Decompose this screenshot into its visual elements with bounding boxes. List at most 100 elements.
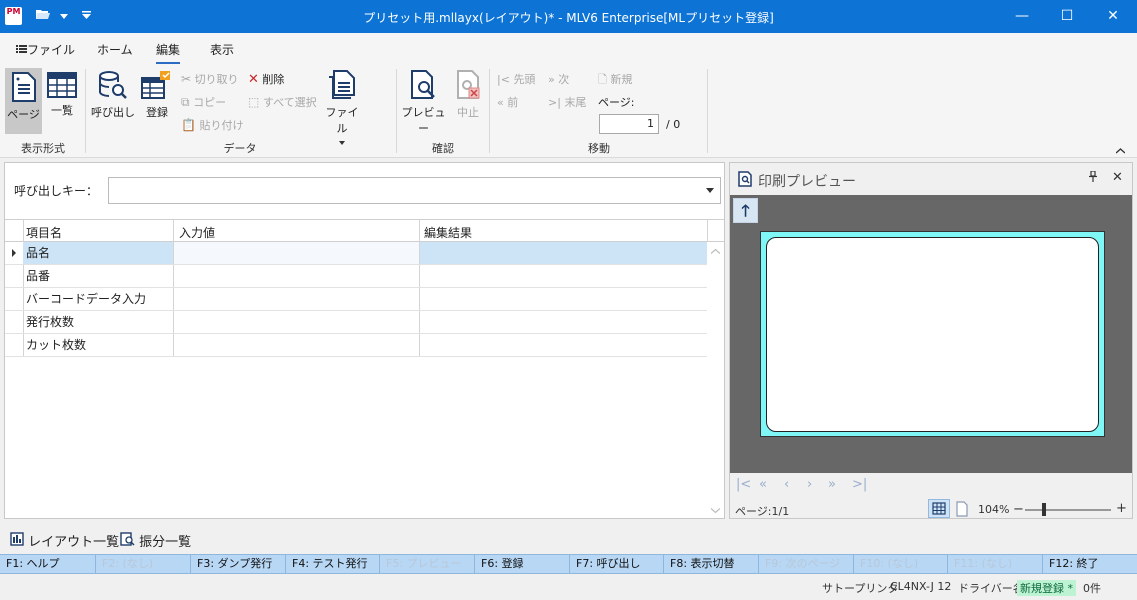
input-value-cell[interactable] — [174, 288, 419, 310]
scroll-up-icon[interactable] — [711, 247, 720, 256]
zoom-out-icon[interactable]: − — [1013, 502, 1024, 517]
preview-next-fast-icon[interactable]: » — [828, 477, 836, 492]
edit-result-cell — [420, 334, 707, 356]
column-header-edit-result[interactable]: 編集結果 — [424, 224, 472, 241]
next-button[interactable]: » 次 — [548, 71, 569, 87]
call-button[interactable]: 呼び出し — [90, 70, 136, 120]
row-header[interactable] — [5, 311, 23, 333]
preview-prev-fast-icon[interactable]: « — [759, 477, 767, 492]
preview-canvas[interactable]: 🡑 — [730, 195, 1132, 473]
table-row[interactable]: 品名 — [5, 242, 707, 265]
grid-toggle-button[interactable] — [928, 499, 950, 518]
list-view-button[interactable]: 一覧 — [44, 72, 80, 118]
fkey-f12[interactable]: F12: 終了 — [1042, 555, 1137, 573]
copy-button[interactable]: ⧉ コピー — [181, 94, 226, 110]
preview-next-icon[interactable]: › — [807, 477, 812, 492]
table-row[interactable]: 品番 — [5, 265, 707, 288]
page-label: ページ: — [598, 96, 635, 109]
tab-home[interactable]: ホーム — [97, 41, 133, 58]
row-header[interactable] — [5, 334, 23, 356]
paste-label: 貼り付け — [199, 119, 244, 132]
page-icon — [11, 72, 36, 102]
copy-icon: ⧉ — [181, 95, 190, 109]
preview-last-icon[interactable]: >| — [852, 477, 867, 492]
table-row[interactable]: バーコードデータ入力 — [5, 288, 707, 311]
fkey-f3[interactable]: F3: ダンプ発行 — [190, 555, 285, 573]
cut-button[interactable]: ✂ 切り取り — [181, 71, 239, 87]
first-button[interactable]: |< 先頭 — [497, 71, 535, 87]
zoom-in-icon[interactable]: + — [1116, 501, 1127, 516]
fkey-f9[interactable]: F9: 次のページ — [758, 555, 853, 573]
input-value-cell[interactable] — [174, 242, 419, 264]
grid-vertical-scrollbar[interactable] — [707, 242, 724, 518]
input-value-cell[interactable] — [174, 334, 419, 356]
scroll-down-icon[interactable] — [711, 506, 720, 515]
item-name-cell: 品名 — [23, 242, 173, 264]
sort-list-icon — [120, 532, 135, 546]
table-row[interactable]: カット枚数 — [5, 334, 707, 357]
preview-first-icon[interactable]: |< — [736, 477, 751, 492]
collapse-ribbon-icon[interactable] — [1115, 143, 1126, 157]
minimize-button[interactable]: — — [999, 0, 1045, 33]
page-number-input[interactable]: 1 — [599, 114, 659, 134]
new-button[interactable]: 🗋 新規 — [598, 71, 632, 90]
fkey-f7[interactable]: F7: 呼び出し — [569, 555, 663, 573]
new-page-icon: 🗋 — [598, 73, 607, 86]
group-separator — [396, 69, 397, 153]
call-key-combobox[interactable] — [108, 177, 721, 204]
paste-button[interactable]: 📋 貼り付け — [181, 117, 243, 133]
list-view-label: 一覧 — [51, 104, 73, 117]
fkey-f6[interactable]: F6: 登録 — [474, 555, 569, 573]
preview-close-button[interactable]: ✕ — [1112, 170, 1123, 185]
column-header-input-value[interactable]: 入力値 — [179, 224, 215, 241]
register-button[interactable]: 登録 — [139, 70, 175, 120]
page-view-button[interactable]: ページ — [5, 68, 42, 134]
pin-icon[interactable] — [1089, 170, 1097, 185]
row-header[interactable] — [5, 265, 23, 287]
fkey-f10[interactable]: F10: (なし) — [853, 555, 947, 573]
combobox-arrow-icon[interactable] — [706, 188, 714, 193]
select-all-button[interactable]: ⬚ すべて選択 — [248, 94, 317, 110]
maximize-button[interactable]: ☐ — [1044, 0, 1090, 33]
grid-header: 項目名 入力値 編集結果 — [5, 219, 724, 242]
close-button[interactable]: ✕ — [1090, 0, 1136, 33]
page-fit-icon[interactable] — [955, 501, 969, 517]
zoom-slider-thumb[interactable] — [1042, 503, 1046, 516]
fkey-f1[interactable]: F1: ヘルプ — [0, 555, 95, 573]
edit-result-cell — [420, 311, 707, 333]
preview-button[interactable]: プレビュー — [400, 70, 447, 136]
fkey-f11[interactable]: F11: (なし) — [947, 555, 1042, 573]
input-value-cell[interactable] — [174, 265, 419, 287]
tab-view[interactable]: 表示 — [210, 41, 234, 58]
row-header[interactable] — [5, 242, 23, 264]
select-all-icon: ⬚ — [248, 95, 260, 109]
zoom-slider[interactable] — [1025, 509, 1111, 511]
prev-button[interactable]: « 前 — [497, 94, 518, 110]
function-key-bar: F1: ヘルプ F2: (なし) F3: ダンプ発行 F4: テスト発行 F5:… — [0, 554, 1137, 574]
stop-button[interactable]: 中止 — [451, 70, 485, 120]
column-header-item-name[interactable]: 項目名 — [26, 224, 62, 241]
file-dropdown-button[interactable]: ファイル — [322, 70, 362, 145]
input-value-cell[interactable] — [174, 311, 419, 333]
tab-file[interactable]: ファイル — [16, 41, 75, 58]
layout-list-link[interactable]: レイアウト一覧 — [10, 531, 119, 550]
status-printer: サトープリンタ — [822, 582, 899, 595]
first-icon: |< — [497, 73, 510, 86]
tab-edit[interactable]: 編集 — [156, 41, 181, 64]
fkey-f5[interactable]: F5: プレビュー — [379, 555, 474, 573]
ribbon-tabs: ファイル ホーム 編集 表示 — [0, 33, 1137, 65]
preview-prev-icon[interactable]: ‹ — [784, 477, 789, 492]
fkey-f4[interactable]: F4: テスト発行 — [285, 555, 379, 573]
input-pane: 呼び出しキー： 項目名 入力値 編集結果 品名 品番 バーコードデータ入力 発行… — [4, 162, 725, 519]
scroll-top-arrow-icon[interactable]: 🡑 — [733, 198, 758, 223]
fkey-f2[interactable]: F2: (なし) — [95, 555, 190, 573]
delete-button[interactable]: ✕ 削除 — [248, 71, 284, 87]
last-button[interactable]: >| 末尾 — [548, 94, 586, 110]
table-row[interactable]: 発行枚数 — [5, 311, 707, 334]
sort-list-link[interactable]: 振分一覧 — [120, 531, 191, 550]
fkey-f8[interactable]: F8: 表示切替 — [663, 555, 758, 573]
row-header[interactable] — [5, 288, 23, 310]
menu-list-icon — [16, 45, 27, 53]
file-icon — [329, 70, 355, 99]
print-preview-pane: 印刷プレビュー ✕ 🡑 |< « ‹ › » >| ページ:1/1 104% −… — [729, 162, 1133, 519]
